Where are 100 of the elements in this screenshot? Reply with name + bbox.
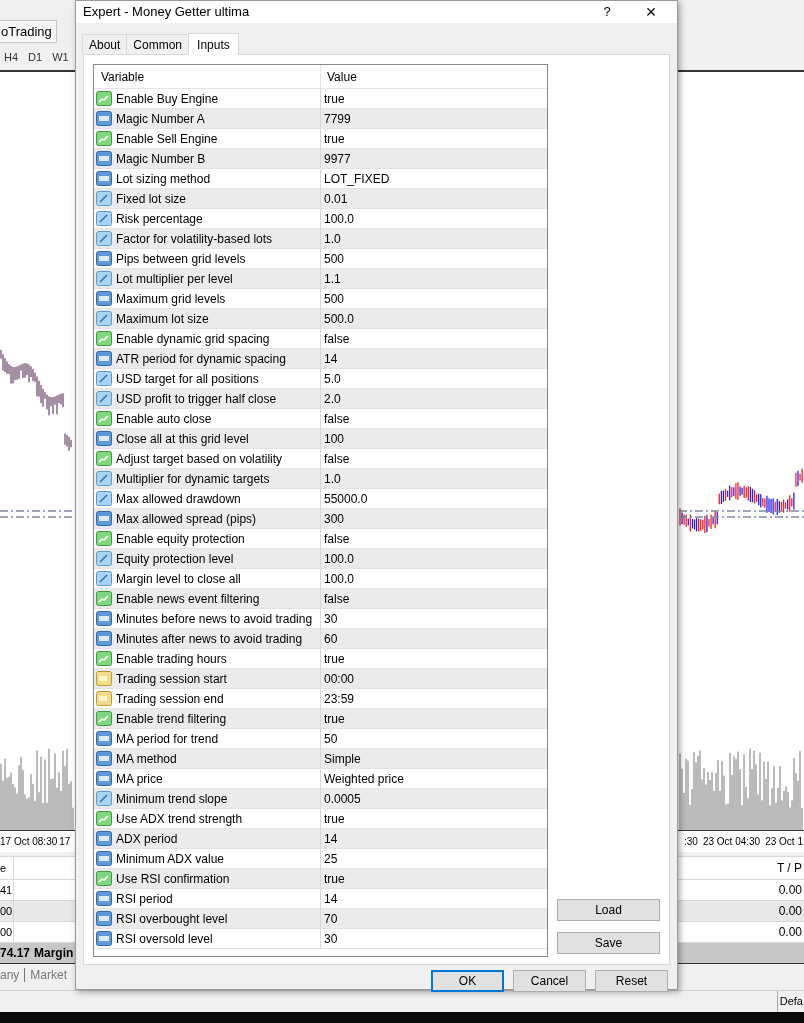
timeframe-button[interactable]: H4 xyxy=(4,49,19,66)
variable-name[interactable]: Equity protection level xyxy=(116,549,234,568)
variable-value[interactable]: 500 xyxy=(324,249,345,268)
variable-name[interactable]: Minutes after news to avoid trading xyxy=(116,629,303,648)
variable-name[interactable]: MA method xyxy=(116,749,177,768)
variable-name[interactable]: Lot multiplier per level xyxy=(116,269,233,288)
variable-name[interactable]: Magic Number A xyxy=(116,109,205,128)
variable-name[interactable]: Factor for volatility-based lots xyxy=(116,229,273,248)
variable-value[interactable]: false xyxy=(324,449,350,468)
column-header[interactable]: Value xyxy=(321,65,547,88)
variable-name[interactable]: Enable equity protection xyxy=(116,529,245,548)
variable-name[interactable]: Close all at this grid level xyxy=(116,429,249,448)
variable-value[interactable]: 100 xyxy=(324,429,345,448)
variable-value[interactable]: 60 xyxy=(324,629,338,648)
variable-value[interactable]: 7799 xyxy=(324,109,351,128)
variable-name[interactable]: Enable news event filtering xyxy=(116,589,260,608)
variable-value[interactable]: 1.0 xyxy=(324,229,341,248)
variable-value[interactable]: 1.0 xyxy=(324,469,341,488)
variable-value[interactable]: 9977 xyxy=(324,149,351,168)
variable-name[interactable]: Trading session start xyxy=(116,669,227,688)
variable-value[interactable]: 500 xyxy=(324,289,345,308)
variable-value[interactable]: 30 xyxy=(324,929,338,948)
variable-value[interactable]: 23:59 xyxy=(324,689,355,708)
terminal-tab[interactable]: any xyxy=(0,966,20,984)
variable-name[interactable]: Pips between grid levels xyxy=(116,249,246,268)
variable-name[interactable]: MA price xyxy=(116,769,163,788)
variable-value[interactable]: false xyxy=(324,409,350,428)
variable-name[interactable]: Margin level to close all xyxy=(116,569,241,588)
variable-value[interactable]: 55000.0 xyxy=(324,489,368,508)
file-button[interactable]: Save xyxy=(557,932,660,954)
variable-value[interactable]: 70 xyxy=(324,909,338,928)
file-button[interactable]: Load xyxy=(557,899,660,921)
variable-name[interactable]: Fixed lot size xyxy=(116,189,187,208)
variable-value[interactable]: 14 xyxy=(324,889,338,908)
variable-value[interactable]: true xyxy=(324,129,345,148)
variable-name[interactable]: RSI overbought level xyxy=(116,909,228,928)
variable-value[interactable]: 30 xyxy=(324,609,338,628)
variable-value[interactable]: 100.0 xyxy=(324,209,355,228)
variable-value[interactable]: 5.0 xyxy=(324,369,341,388)
variable-value[interactable]: 500.0 xyxy=(324,309,355,328)
variable-value[interactable]: 25 xyxy=(324,849,338,868)
variable-value[interactable]: false xyxy=(324,589,350,608)
variable-value[interactable]: 100.0 xyxy=(324,569,355,588)
column-header[interactable]: Variable xyxy=(94,65,321,88)
variable-name[interactable]: Multiplier for dynamic targets xyxy=(116,469,270,488)
variable-name[interactable]: Lot sizing method xyxy=(116,169,211,188)
variable-value[interactable]: true xyxy=(324,649,345,668)
variable-name[interactable]: RSI period xyxy=(116,889,173,908)
variable-name[interactable]: Use RSI confirmation xyxy=(116,869,230,888)
variable-name[interactable]: Minutes before news to avoid trading xyxy=(116,609,313,628)
timeframe-button[interactable]: D1 xyxy=(28,49,43,66)
variable-value[interactable]: 14 xyxy=(324,829,338,848)
variable-name[interactable]: Enable auto close xyxy=(116,409,212,428)
variable-value[interactable]: true xyxy=(324,869,345,888)
close-button[interactable]: × xyxy=(639,3,663,21)
variable-name[interactable]: ADX period xyxy=(116,829,178,848)
variable-value[interactable]: true xyxy=(324,809,345,828)
variable-value[interactable]: 1.1 xyxy=(324,269,341,288)
variable-name[interactable]: ATR period for dynamic spacing xyxy=(116,349,286,368)
variable-name[interactable]: Enable Buy Engine xyxy=(116,89,219,108)
variable-value[interactable]: true xyxy=(324,709,345,728)
variable-name[interactable]: Minimum ADX value xyxy=(116,849,225,868)
variable-value[interactable]: Simple xyxy=(324,749,361,768)
terminal-tab[interactable]: Market xyxy=(30,966,68,984)
variable-value[interactable]: Weighted price xyxy=(324,769,404,788)
variable-value[interactable]: 14 xyxy=(324,349,338,368)
variable-value[interactable]: 00:00 xyxy=(324,669,355,688)
variable-name[interactable]: Magic Number B xyxy=(116,149,206,168)
variable-value[interactable]: 100.0 xyxy=(324,549,355,568)
tab[interactable]: About xyxy=(82,34,128,54)
tab[interactable]: Inputs xyxy=(188,33,239,55)
variable-name[interactable]: Minimum trend slope xyxy=(116,789,228,808)
dialog-button[interactable]: OK xyxy=(431,970,504,992)
variable-name[interactable]: Enable trend filtering xyxy=(116,709,227,728)
variable-name[interactable]: Enable Sell Engine xyxy=(116,129,218,148)
variable-name[interactable]: Trading session end xyxy=(116,689,224,708)
toolbar-button[interactable]: oTrading xyxy=(0,20,57,43)
variable-value[interactable]: false xyxy=(324,529,350,548)
variable-value[interactable]: 50 xyxy=(324,729,338,748)
variable-value[interactable]: 0.0005 xyxy=(324,789,361,808)
variable-name[interactable]: Use ADX trend strength xyxy=(116,809,243,828)
variable-name[interactable]: Enable trading hours xyxy=(116,649,227,668)
variable-value[interactable]: 300 xyxy=(324,509,345,528)
variable-name[interactable]: Adjust target based on volatility xyxy=(116,449,283,468)
dialog-button[interactable]: Reset xyxy=(595,970,668,992)
variable-name[interactable]: MA period for trend xyxy=(116,729,219,748)
variable-value[interactable]: LOT_FIXED xyxy=(324,169,390,188)
timeframe-button[interactable]: W1 xyxy=(52,49,69,66)
variable-name[interactable]: USD profit to trigger half close xyxy=(116,389,277,408)
variable-name[interactable]: Max allowed spread (pips) xyxy=(116,509,257,528)
variable-name[interactable]: USD target for all positions xyxy=(116,369,259,388)
variable-name[interactable]: Maximum grid levels xyxy=(116,289,226,308)
variable-value[interactable]: false xyxy=(324,329,350,348)
variable-value[interactable]: 0.01 xyxy=(324,189,348,208)
variable-name[interactable]: Max allowed drawdown xyxy=(116,489,241,508)
variable-name[interactable]: Risk percentage xyxy=(116,209,203,228)
variable-name[interactable]: RSI oversold level xyxy=(116,929,213,948)
help-button[interactable]: ? xyxy=(595,2,619,22)
variable-value[interactable]: true xyxy=(324,89,345,108)
dialog-button[interactable]: Cancel xyxy=(513,970,586,992)
